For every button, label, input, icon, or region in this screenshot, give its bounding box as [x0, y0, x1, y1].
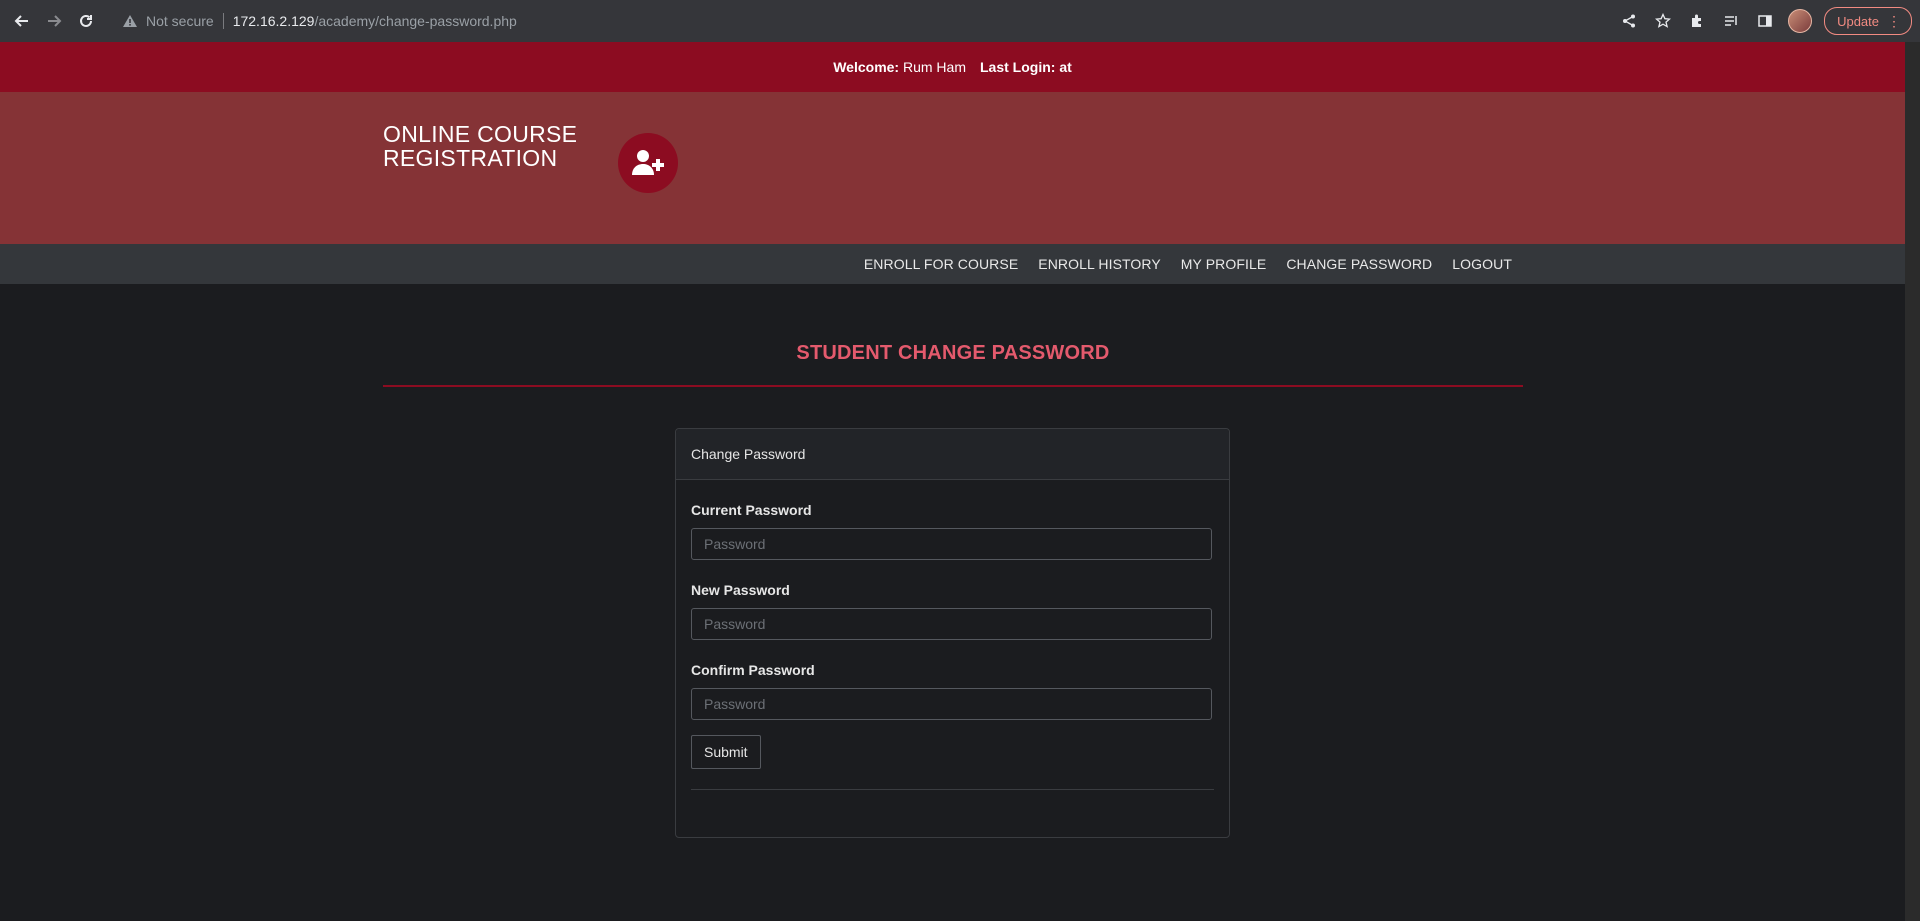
- submit-button[interactable]: Submit: [691, 735, 761, 769]
- site-title-line2: REGISTRATION: [383, 145, 558, 171]
- forward-arrow-icon[interactable]: [38, 5, 70, 37]
- reload-icon[interactable]: [70, 5, 102, 37]
- user-name: Rum Ham: [902, 59, 966, 75]
- url-host: 172.16.2.129: [232, 13, 315, 29]
- nav-enroll-history[interactable]: ENROLL HISTORY: [1038, 256, 1161, 272]
- page-title: STUDENT CHANGE PASSWORD: [796, 342, 1110, 364]
- site-header: ONLINE COURSE REGISTRATION: [0, 92, 1905, 244]
- last-login: Last Login: at: [980, 59, 1072, 75]
- confirm-password-input[interactable]: [691, 688, 1212, 720]
- add-user-icon: [618, 133, 678, 193]
- panel-heading: Change Password: [676, 429, 1229, 480]
- site-title: ONLINE COURSE REGISTRATION: [383, 122, 577, 170]
- address-bar[interactable]: Not secure 172.16.2.129/academy/change-p…: [110, 5, 1610, 37]
- browser-toolbar: Not secure 172.16.2.129/academy/change-p…: [0, 0, 1920, 43]
- nav-enroll-for-course[interactable]: ENROLL FOR COURSE: [864, 256, 1018, 272]
- confirm-password-label: Confirm Password: [691, 662, 815, 678]
- security-label: Not secure: [146, 13, 214, 29]
- star-icon[interactable]: [1646, 4, 1680, 38]
- change-password-panel: Change Password Current Password New Pas…: [675, 428, 1230, 838]
- reading-list-icon[interactable]: [1714, 4, 1748, 38]
- browser-actions: Update ⋮: [1612, 0, 1920, 42]
- update-button[interactable]: Update ⋮: [1824, 7, 1912, 35]
- new-password-label: New Password: [691, 582, 790, 598]
- share-icon[interactable]: [1612, 4, 1646, 38]
- back-arrow-icon[interactable]: [6, 5, 38, 37]
- side-panel-icon[interactable]: [1748, 4, 1782, 38]
- menu-dots-icon[interactable]: ⋮: [1887, 13, 1901, 30]
- omnibox-divider: [222, 13, 224, 29]
- profile-avatar[interactable]: [1788, 9, 1813, 33]
- main-nav: ENROLL FOR COURSE ENROLL HISTORY MY PROF…: [0, 244, 1905, 284]
- extensions-icon[interactable]: [1680, 4, 1714, 38]
- page-scrollbar[interactable]: [1905, 42, 1920, 921]
- welcome-label: Welcome:: [833, 59, 900, 75]
- current-password-input[interactable]: [691, 528, 1212, 560]
- title-divider: [383, 385, 1523, 387]
- nav-change-password[interactable]: CHANGE PASSWORD: [1286, 256, 1432, 272]
- url-path: /academy/change-password.php: [314, 13, 517, 29]
- site-title-line1: ONLINE COURSE: [383, 121, 578, 147]
- welcome-bar: Welcome: Rum Ham Last Login: at: [0, 42, 1905, 92]
- current-password-label: Current Password: [691, 502, 812, 518]
- nav-logout[interactable]: LOGOUT: [1452, 256, 1512, 272]
- change-password-form: Current Password New Password Confirm Pa…: [676, 502, 1229, 790]
- nav-menu: ENROLL FOR COURSE ENROLL HISTORY MY PROF…: [864, 244, 1512, 284]
- form-divider: [691, 789, 1214, 790]
- new-password-input[interactable]: [691, 608, 1212, 640]
- nav-my-profile[interactable]: MY PROFILE: [1181, 256, 1267, 272]
- update-label: Update: [1837, 13, 1879, 29]
- warning-icon: [122, 13, 138, 29]
